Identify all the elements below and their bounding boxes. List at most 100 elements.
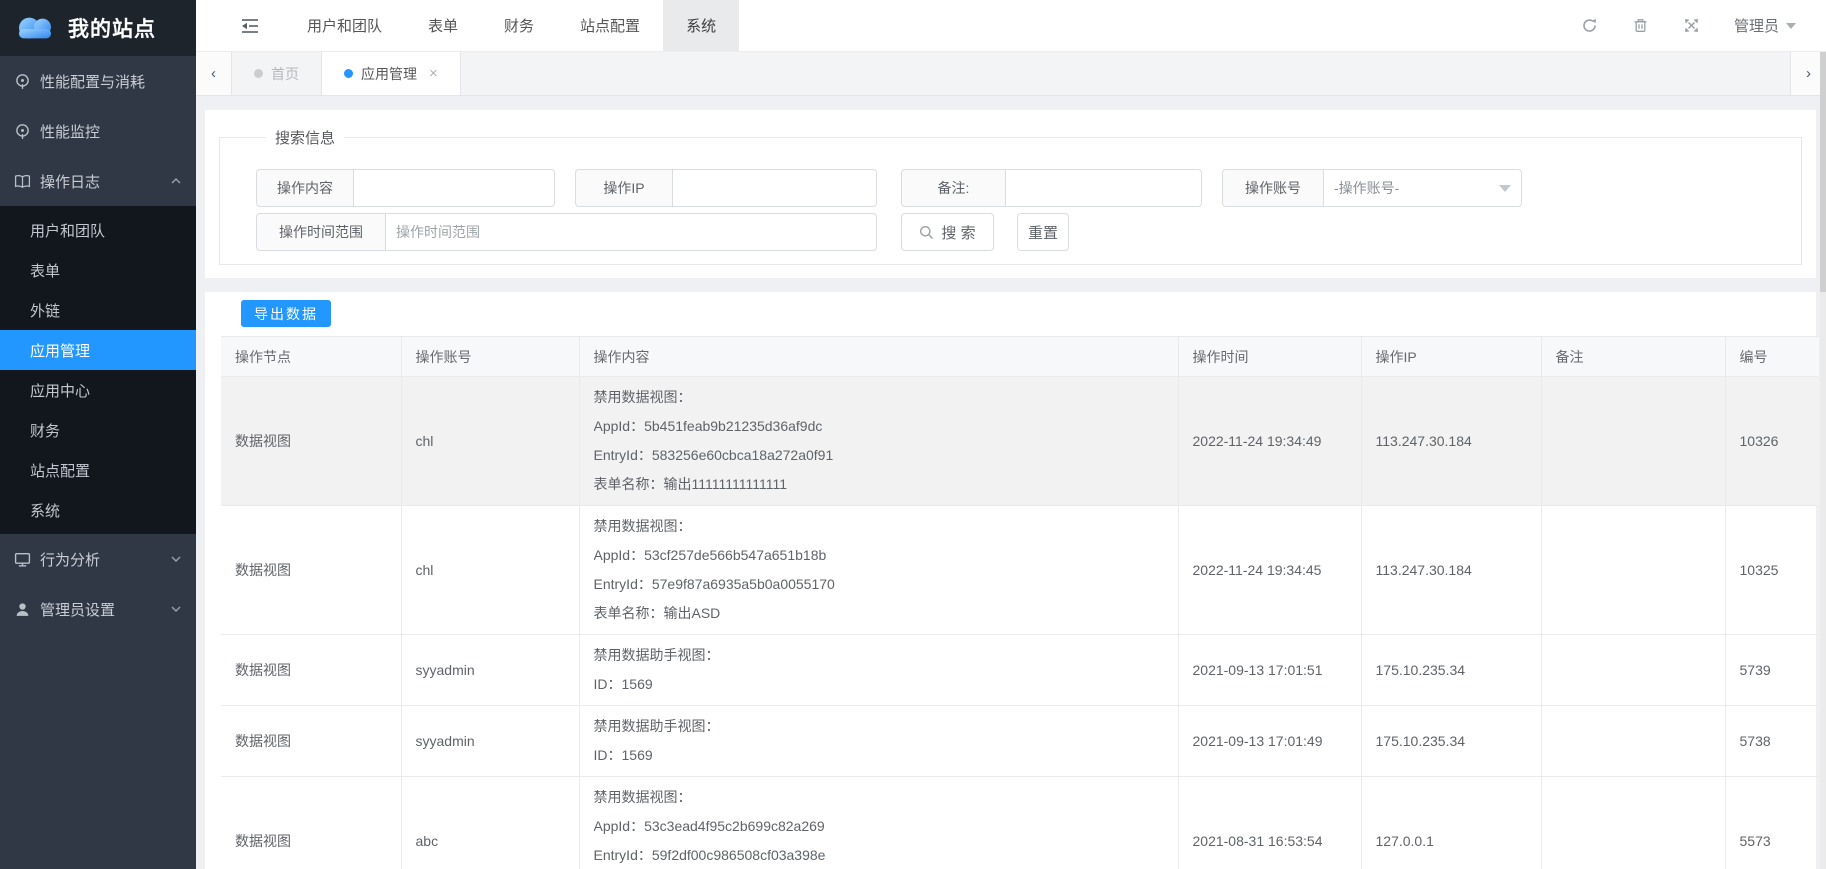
topnav-label: 系统	[686, 15, 716, 36]
subitem-label: 站点配置	[30, 460, 90, 481]
sidebar-subitem-system[interactable]: 系统	[0, 490, 196, 530]
table-row: 数据视图chl禁用数据视图：AppId：53cf257de566b547a651…	[221, 506, 1819, 635]
sidebar-item-label: 管理员设置	[40, 599, 170, 620]
user-menu[interactable]: 管理员	[1734, 15, 1796, 36]
content-cell: 禁用数据视图：AppId：53cf257de566b547a651b18bEnt…	[579, 506, 1178, 635]
node-cell: 数据视图	[221, 706, 401, 777]
sidebar-subitem-users-teams[interactable]: 用户和团队	[0, 210, 196, 250]
chevron-down-icon	[170, 553, 182, 565]
time-cell: 2022-11-24 19:34:45	[1178, 506, 1361, 635]
ip-cell: 175.10.235.34	[1361, 706, 1541, 777]
export-data-button[interactable]: 导出数据	[241, 300, 331, 327]
col-header-node: 操作节点	[221, 337, 401, 377]
topnav-users-teams[interactable]: 用户和团队	[284, 0, 405, 51]
topnav-site-config[interactable]: 站点配置	[557, 0, 663, 51]
search-row-1: 操作内容 操作IP 备注: 操作账号	[256, 169, 1791, 207]
table-row: 数据视图chl禁用数据视图：AppId：5b451feab9b21235d36a…	[221, 377, 1819, 506]
search-button-label: 搜 索	[941, 222, 975, 243]
topnav-finance[interactable]: 财务	[481, 0, 557, 51]
close-icon[interactable]: ×	[429, 65, 438, 82]
sidebar-item-operation-log[interactable]: 操作日志	[0, 156, 196, 206]
chevron-down-icon	[170, 603, 182, 615]
content-cell: 禁用数据助手视图：ID：1569	[579, 706, 1178, 777]
main-area: 用户和团队 表单 财务 站点配置 系统	[196, 0, 1826, 869]
sidebar-collapse-icon[interactable]	[240, 17, 260, 35]
tab-app-management[interactable]: 应用管理 ×	[322, 52, 461, 95]
scrollbar-thumb[interactable]	[1820, 52, 1826, 292]
sidebar-item-admin-settings[interactable]: 管理员设置	[0, 584, 196, 634]
sidebar: 我的站点 性能配置与消耗 性能监控	[0, 0, 196, 869]
ip-cell: 113.247.30.184	[1361, 377, 1541, 506]
topnav-forms[interactable]: 表单	[405, 0, 481, 51]
sidebar-subitem-site-config[interactable]: 站点配置	[0, 450, 196, 490]
col-header-content: 操作内容	[579, 337, 1178, 377]
subitem-label: 财务	[30, 420, 60, 441]
time-cell: 2021-08-31 16:53:54	[1178, 777, 1361, 869]
node-cell: 数据视图	[221, 377, 401, 506]
col-header-time: 操作时间	[1178, 337, 1361, 377]
time-cell: 2022-11-24 19:34:49	[1178, 377, 1361, 506]
content: 搜索信息 操作内容 操作IP 备注:	[196, 96, 1826, 869]
id-cell: 5739	[1725, 635, 1819, 706]
col-header-id: 编号	[1725, 337, 1819, 377]
table-row: 数据视图syyadmin禁用数据助手视图：ID：15692021-09-13 1…	[221, 635, 1819, 706]
reset-button[interactable]: 重置	[1017, 213, 1069, 251]
sidebar-item-label: 行为分析	[40, 549, 170, 570]
operation-account-label: 操作账号	[1222, 169, 1324, 207]
node-cell: 数据视图	[221, 777, 401, 869]
time-range-input[interactable]	[386, 213, 877, 251]
sidebar-subitem-external-links[interactable]: 外链	[0, 290, 196, 330]
tab-dot-icon	[344, 69, 353, 78]
col-header-note: 备注	[1541, 337, 1725, 377]
sidebar-subitem-forms[interactable]: 表单	[0, 250, 196, 290]
chevron-down-icon	[1499, 185, 1511, 192]
search-panel: 搜索信息 操作内容 操作IP 备注:	[205, 110, 1816, 278]
note-cell	[1541, 635, 1725, 706]
topnav-label: 用户和团队	[307, 15, 382, 36]
app-root: 我的站点 性能配置与消耗 性能监控	[0, 0, 1826, 869]
account-cell: syyadmin	[401, 706, 579, 777]
subitem-label: 表单	[30, 260, 60, 281]
tab-dot-icon	[254, 69, 263, 78]
sidebar-item-label: 性能监控	[40, 121, 182, 142]
tabbar: ‹ 首页 应用管理 × ›	[196, 52, 1826, 96]
account-cell: chl	[401, 506, 579, 635]
monitor-icon	[14, 551, 31, 568]
subitem-label: 应用管理	[30, 340, 90, 361]
sidebar-subitem-finance[interactable]: 财务	[0, 410, 196, 450]
operation-content-input[interactable]	[354, 169, 555, 207]
topnav-system[interactable]: 系统	[663, 0, 739, 51]
topnav-label: 表单	[428, 15, 458, 36]
operation-account-group: 操作账号 -操作账号-	[1222, 169, 1522, 207]
topbar: 用户和团队 表单 财务 站点配置 系统	[196, 0, 1826, 52]
tab-home[interactable]: 首页	[232, 52, 322, 95]
trash-icon[interactable]	[1632, 17, 1649, 34]
node-cell: 数据视图	[221, 506, 401, 635]
sidebar-item-behavior-analysis[interactable]: 行为分析	[0, 534, 196, 584]
search-row-2: 操作时间范围 搜 索 重置	[256, 213, 1791, 251]
scrollbar[interactable]	[1820, 52, 1826, 869]
fullscreen-icon[interactable]	[1683, 17, 1700, 34]
account-cell: syyadmin	[401, 635, 579, 706]
sidebar-item-performance-config[interactable]: 性能配置与消耗	[0, 56, 196, 106]
subitem-label: 用户和团队	[30, 220, 105, 241]
account-cell: chl	[401, 377, 579, 506]
col-header-ip: 操作IP	[1361, 337, 1541, 377]
id-cell: 5738	[1725, 706, 1819, 777]
user-icon	[14, 601, 31, 618]
sidebar-item-performance-monitor[interactable]: 性能监控	[0, 106, 196, 156]
tabs-scroll-left-icon[interactable]: ‹	[196, 52, 232, 95]
content-cell: 禁用数据视图：AppId：5b451feab9b21235d36af9dcEnt…	[579, 377, 1178, 506]
id-cell: 10325	[1725, 506, 1819, 635]
search-button[interactable]: 搜 索	[901, 213, 994, 251]
topnav-label: 财务	[504, 15, 534, 36]
note-input[interactable]	[1006, 169, 1202, 207]
id-cell: 5573	[1725, 777, 1819, 869]
sidebar-subitem-app-center[interactable]: 应用中心	[0, 370, 196, 410]
operation-ip-input[interactable]	[673, 169, 877, 207]
refresh-icon[interactable]	[1581, 17, 1598, 34]
time-range-label: 操作时间范围	[256, 213, 386, 251]
subitem-label: 系统	[30, 500, 60, 521]
operation-account-select[interactable]: -操作账号-	[1324, 169, 1522, 207]
sidebar-subitem-app-management[interactable]: 应用管理	[0, 330, 196, 370]
